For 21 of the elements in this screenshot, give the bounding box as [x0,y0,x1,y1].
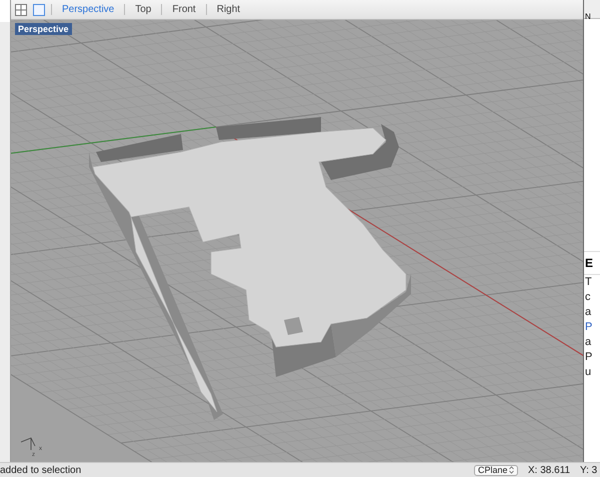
status-message: added to selection [0,464,82,476]
panel-text: a [584,305,592,320]
single-viewport-icon[interactable] [33,4,45,16]
view-tab[interactable]: Front [168,4,200,15]
panel-text: c [584,290,592,305]
panel-heading: E [585,256,594,270]
view-tab[interactable]: Right [212,4,244,15]
view-tab[interactable]: Top [131,4,156,15]
panel-text: u [584,365,592,380]
panel-text: T [584,275,593,290]
panel-text: a [584,335,592,350]
panel-header: N [585,12,591,21]
panel-link[interactable]: P [584,320,600,335]
cplane-dropdown[interactable]: CPlane [474,464,518,476]
view-tab[interactable]: Perspective [58,4,118,15]
y-coordinate: Y: 3 [580,464,598,476]
four-viewports-icon[interactable] [15,4,27,16]
panel-text: P [584,350,594,365]
stepper-icon [509,466,514,474]
viewport-title: Perspective [15,23,72,35]
x-coordinate: X: 38.611 [528,464,572,476]
